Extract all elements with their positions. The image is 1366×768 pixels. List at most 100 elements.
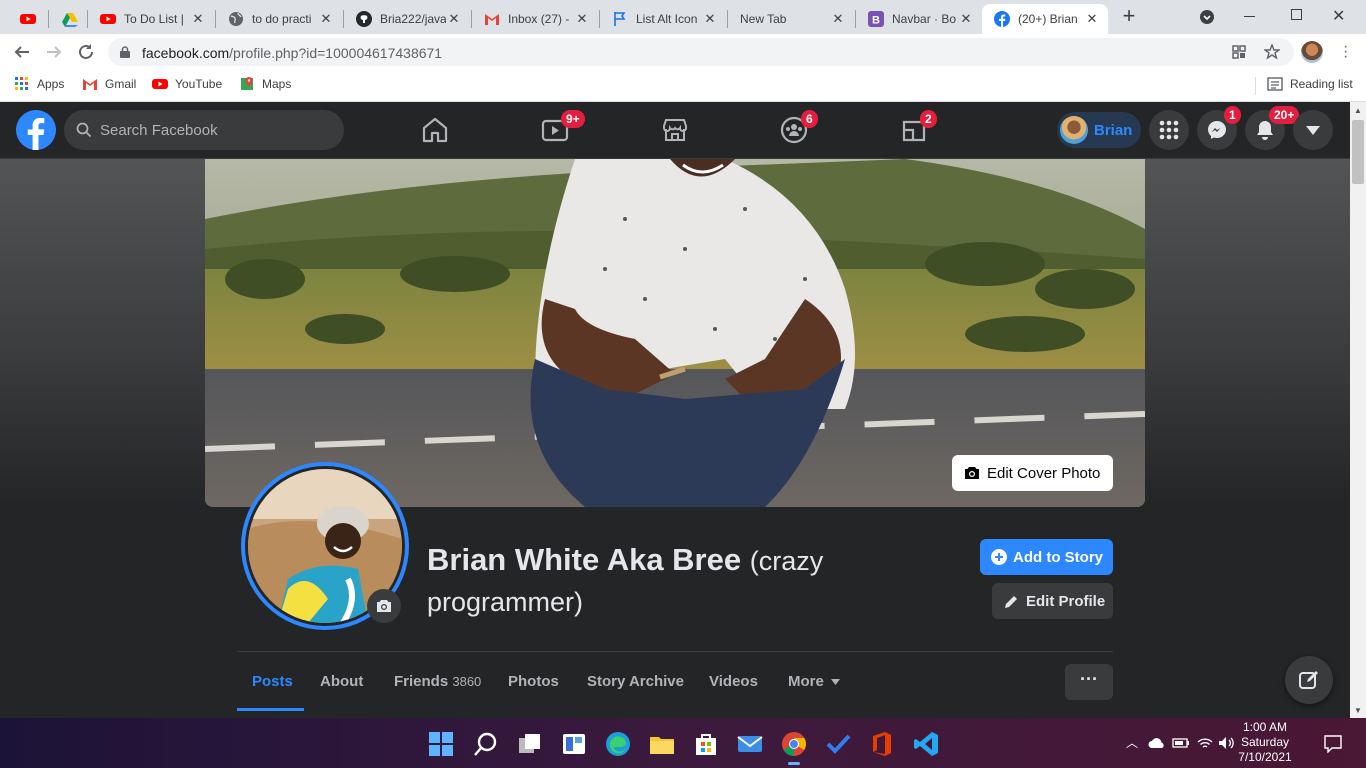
- tab-youtube[interactable]: [8, 4, 46, 34]
- tab-friends-label: Friends: [394, 673, 449, 690]
- tab-gmail-inbox[interactable]: Inbox (27) - ✕: [472, 4, 598, 34]
- marketplace-icon[interactable]: [659, 114, 691, 146]
- tab-todo-practice[interactable]: to do practi ✕: [216, 4, 342, 34]
- lock-icon[interactable]: [120, 46, 130, 58]
- close-tab-icon[interactable]: ✕: [702, 11, 718, 27]
- bookmark-star-icon[interactable]: [1264, 44, 1280, 60]
- tab-bootstrap-navbar[interactable]: B Navbar · Bo ✕: [856, 4, 982, 34]
- close-tab-icon[interactable]: ✕: [446, 11, 462, 27]
- tab-photos[interactable]: Photos: [508, 673, 559, 690]
- search-icon[interactable]: [473, 731, 499, 757]
- clock-time: 1:00 AM: [1242, 720, 1288, 734]
- file-explorer-icon[interactable]: [649, 731, 675, 757]
- github-icon: [356, 11, 372, 27]
- widgets-icon[interactable]: [561, 731, 587, 757]
- edit-profile-button[interactable]: Edit Profile: [992, 583, 1113, 619]
- windows-start-icon[interactable]: [428, 731, 454, 757]
- youtube-icon: [100, 14, 116, 24]
- bookmark-maps[interactable]: Maps: [239, 76, 291, 92]
- account-menu-button[interactable]: [1293, 110, 1333, 150]
- profile-avatar-button[interactable]: [1301, 41, 1323, 63]
- compose-icon: [1299, 671, 1318, 689]
- chrome-active-indicator: [788, 762, 800, 765]
- user-profile-chip[interactable]: Brian: [1057, 112, 1141, 148]
- edit-profile-label: Edit Profile: [1026, 592, 1106, 610]
- tab-more[interactable]: More: [788, 673, 840, 690]
- url-domain: facebook.com: [142, 45, 230, 61]
- system-clock[interactable]: 1:00 AM Saturday 7/10/2021: [1232, 720, 1298, 765]
- close-tab-icon[interactable]: ✕: [574, 11, 590, 27]
- scroll-up-arrow[interactable]: ▲: [1354, 106, 1362, 115]
- tab-title: To Do List |: [124, 12, 184, 26]
- tab-list-alt-icon[interactable]: List Alt Icon ✕: [600, 4, 726, 34]
- url-text[interactable]: facebook.com/profile.php?id=100004617438…: [142, 45, 442, 61]
- clock-day: Saturday: [1240, 735, 1290, 749]
- close-tab-icon[interactable]: ✕: [190, 11, 206, 27]
- tab-google-drive[interactable]: [50, 4, 86, 34]
- tab-search-icon[interactable]: [1200, 10, 1214, 24]
- bookmark-gmail[interactable]: Gmail: [82, 76, 136, 92]
- gaming-badge: 2: [920, 110, 937, 128]
- new-tab-button[interactable]: +: [1118, 5, 1140, 28]
- vscode-icon[interactable]: [913, 731, 939, 757]
- close-window-button[interactable]: ✕: [1332, 6, 1345, 26]
- tab-title: Inbox (27) -: [508, 12, 570, 26]
- caret-down-icon: [1306, 126, 1320, 135]
- tab-facebook-active[interactable]: (20+) Brian ✕: [982, 4, 1108, 34]
- tab-story-archive[interactable]: Story Archive: [587, 673, 684, 690]
- facebook-top-nav: Search Facebook 9+ 6 2 Brian 1 20+: [0, 102, 1350, 159]
- camera-icon: [965, 467, 979, 479]
- menu-grid-icon: [1159, 120, 1179, 140]
- forward-arrow-icon[interactable]: [45, 43, 63, 61]
- page-scrollbar[interactable]: [1350, 102, 1366, 718]
- restore-window-button[interactable]: [1291, 9, 1302, 20]
- close-tab-icon[interactable]: ✕: [830, 11, 846, 27]
- tab-about[interactable]: About: [320, 673, 363, 690]
- facebook-search-input[interactable]: Search Facebook: [64, 110, 344, 150]
- microsoft-store-icon[interactable]: [693, 731, 719, 757]
- minimize-window-button[interactable]: [1244, 16, 1255, 17]
- notification-center-icon[interactable]: [1324, 735, 1342, 753]
- wifi-icon[interactable]: [1197, 736, 1213, 750]
- back-arrow-icon[interactable]: [13, 43, 31, 61]
- tab-github[interactable]: Bria222/java ✕: [344, 4, 470, 34]
- tab-new-tab[interactable]: New Tab ✕: [728, 4, 854, 34]
- tab-posts[interactable]: Posts: [252, 673, 293, 690]
- battery-icon[interactable]: [1172, 737, 1190, 749]
- install-app-icon[interactable]: [1232, 45, 1246, 59]
- new-message-button[interactable]: [1285, 656, 1333, 704]
- bookmark-label: YouTube: [175, 77, 223, 91]
- camera-icon: [377, 600, 391, 612]
- todo-check-icon[interactable]: [825, 731, 851, 757]
- onedrive-cloud-icon[interactable]: [1148, 737, 1166, 749]
- scrollbar-thumb[interactable]: [1352, 120, 1364, 184]
- edge-browser-icon[interactable]: [605, 731, 631, 757]
- home-icon[interactable]: [419, 114, 451, 146]
- tab-friends[interactable]: Friends 3860: [394, 673, 481, 690]
- bookmark-youtube[interactable]: YouTube: [152, 76, 222, 92]
- profile-more-options-button[interactable]: ···: [1065, 664, 1113, 700]
- address-bar[interactable]: facebook.com/profile.php?id=100004617438…: [108, 38, 1294, 66]
- task-view-icon[interactable]: [517, 731, 543, 757]
- update-profile-picture-button[interactable]: [367, 589, 401, 623]
- reload-icon[interactable]: [77, 43, 95, 61]
- chrome-icon[interactable]: [781, 731, 807, 757]
- facebook-logo-icon[interactable]: [16, 110, 56, 150]
- reading-list-button[interactable]: Reading list: [1267, 76, 1353, 92]
- menu-button[interactable]: [1149, 110, 1189, 150]
- chrome-menu-icon[interactable]: · · ·: [1343, 39, 1348, 65]
- edit-cover-photo-button[interactable]: Edit Cover Photo: [952, 455, 1113, 491]
- office-icon[interactable]: [869, 731, 895, 757]
- show-hidden-icons-icon[interactable]: ︿: [1126, 734, 1138, 751]
- mail-icon[interactable]: [737, 731, 763, 757]
- tab-videos[interactable]: Videos: [709, 673, 758, 690]
- scroll-down-arrow[interactable]: ▼: [1354, 706, 1362, 715]
- bookmark-apps[interactable]: Apps: [14, 76, 64, 92]
- close-tab-icon[interactable]: ✕: [318, 11, 334, 27]
- bookmarks-bar: Apps Gmail YouTube Maps Reading list: [0, 70, 1366, 102]
- youtube-icon: [152, 79, 168, 89]
- close-tab-icon[interactable]: ✕: [1084, 11, 1100, 27]
- close-tab-icon[interactable]: ✕: [958, 11, 974, 27]
- tab-todo-list[interactable]: To Do List | ✕: [88, 4, 214, 34]
- add-to-story-button[interactable]: Add to Story: [980, 539, 1113, 575]
